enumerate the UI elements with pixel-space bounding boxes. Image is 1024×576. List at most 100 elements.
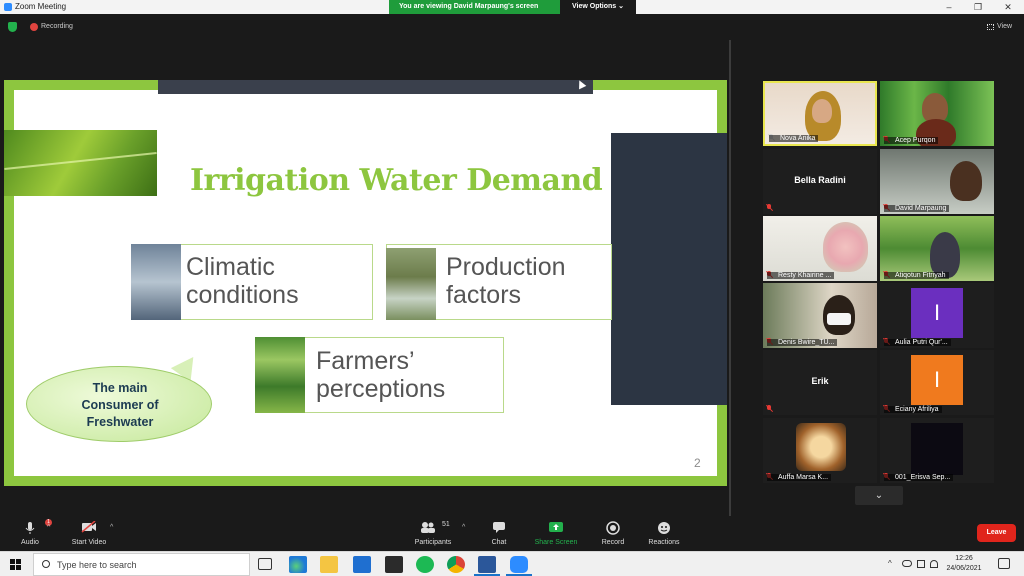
rice-field-image: [255, 337, 305, 413]
grid-view-icon[interactable]: [987, 24, 994, 30]
chat-button[interactable]: Chat: [484, 516, 514, 550]
leave-button[interactable]: Leave: [977, 524, 1016, 542]
participants-count: 51: [442, 521, 450, 528]
video-caret-icon[interactable]: ^: [110, 524, 113, 531]
zoom-app-icon: [4, 3, 12, 11]
participant-tile[interactable]: Denis Bwire_TU...: [763, 283, 877, 348]
scroll-down-button[interactable]: ⌄: [855, 486, 903, 505]
clock-date: 24/06/2021: [946, 565, 982, 572]
card-line: factors: [446, 281, 522, 309]
participant-center-name: Erik: [811, 376, 829, 386]
record-icon: [606, 521, 620, 535]
recording-label: Recording: [41, 23, 73, 30]
panel-splitter[interactable]: [729, 40, 731, 516]
windows-start-icon[interactable]: [10, 559, 21, 570]
meeting-topbar: Recording View: [0, 14, 1024, 40]
security-shield-icon[interactable]: [8, 22, 17, 32]
share-screen-button[interactable]: Share Screen: [530, 516, 582, 550]
participant-name: Nova Anika: [769, 135, 819, 142]
leaf-image: [4, 130, 157, 196]
card-text-perceptions: Farmers’ perceptions: [316, 347, 445, 403]
word-icon[interactable]: [478, 556, 496, 573]
search-icon: [42, 560, 50, 568]
card-line: perceptions: [316, 375, 446, 403]
audio-button[interactable]: 1 Audio: [14, 516, 52, 550]
participants-caret-icon[interactable]: ^: [462, 524, 465, 531]
participant-name: Denis Bwire_TU...: [767, 339, 838, 346]
participant-tile[interactable]: Resty Khairine ...: [763, 216, 877, 281]
window-title: Zoom Meeting: [15, 2, 67, 11]
presenter-toolbar: [158, 80, 593, 94]
meeting-controls: 1 Audio ^ Start Video ^ 51 Participants …: [0, 516, 1024, 550]
task-view-icon[interactable]: [258, 558, 272, 570]
participant-name: Auffa Marsa K...: [767, 474, 832, 481]
spotify-icon[interactable]: [416, 556, 434, 573]
callout-text: The main Consumer of Freshwater: [81, 381, 159, 429]
recording-icon: [30, 23, 38, 31]
participants-label: Participants: [414, 539, 452, 546]
mail-icon[interactable]: [353, 556, 371, 573]
avatar: I: [911, 355, 963, 405]
farmer-image: [386, 248, 436, 320]
record-label: Record: [601, 539, 625, 546]
participant-name: Eciany Afriliya: [884, 406, 942, 413]
store-icon[interactable]: [385, 556, 403, 573]
participant-name: David Marpaung: [884, 205, 950, 212]
search-placeholder: Type here to search: [57, 560, 137, 570]
participant-tile[interactable]: Erik: [763, 350, 877, 415]
microphone-icon: [25, 522, 35, 534]
chrome-icon[interactable]: [447, 556, 465, 573]
participant-tile[interactable]: Nova Anika: [763, 81, 877, 146]
start-video-label: Start Video: [71, 539, 107, 546]
volume-icon[interactable]: [930, 560, 938, 568]
chat-label: Chat: [491, 539, 507, 546]
card-line: Farmers’: [316, 347, 415, 375]
participant-name: 001_Erisva Sep...: [884, 474, 954, 481]
card-text-production: Production factors: [446, 253, 566, 309]
notification-icon[interactable]: [998, 558, 1010, 569]
participant-tile[interactable]: Auffa Marsa K...: [763, 418, 877, 483]
participant-tile[interactable]: Acep Purqon: [880, 81, 994, 146]
battery-icon[interactable]: [917, 560, 925, 568]
reactions-button[interactable]: Reactions: [644, 516, 684, 550]
reactions-icon: [658, 522, 670, 534]
taskbar-clock[interactable]: 12:26 24/06/2021: [946, 554, 982, 574]
participant-tile[interactable]: I Eciany Afriliya: [880, 350, 994, 415]
participants-icon: [421, 522, 435, 533]
avatar: [796, 423, 846, 471]
video-off-icon: [81, 521, 96, 533]
edge-icon[interactable]: [289, 556, 307, 573]
participants-button[interactable]: 51 Participants: [410, 516, 456, 550]
share-screen-label: Share Screen: [534, 539, 578, 546]
participant-tile[interactable]: David Marpaung: [880, 149, 994, 214]
participant-tile[interactable]: 001_Erisva Sep...: [880, 418, 994, 483]
windows-taskbar: Type here to search ^ 12:26 24/06/2021: [0, 551, 1024, 576]
slide-title: Irrigation Water Demand: [190, 163, 603, 198]
share-screen-icon: [549, 522, 563, 532]
zoom-taskbar-icon[interactable]: [510, 556, 528, 573]
card-line: conditions: [186, 281, 299, 309]
viewing-banner: You are viewing David Marpaung's screen …: [389, 0, 636, 14]
record-button[interactable]: Record: [596, 516, 630, 550]
start-video-button[interactable]: Start Video: [66, 516, 112, 550]
onedrive-icon[interactable]: [902, 560, 912, 567]
taskbar-search[interactable]: Type here to search: [33, 553, 250, 576]
participant-center-name: Bella Radini: [794, 175, 846, 185]
rain-image: [131, 244, 181, 320]
maximize-button[interactable]: ❐: [963, 0, 993, 14]
viewing-message: You are viewing David Marpaung's screen: [399, 3, 539, 10]
close-button[interactable]: ✕: [993, 0, 1023, 14]
participant-tile[interactable]: Atiqotun Fitriyah: [880, 216, 994, 281]
audio-caret-icon[interactable]: ^: [47, 524, 50, 531]
mic-muted-icon: [766, 405, 772, 412]
view-button[interactable]: View: [997, 23, 1012, 30]
avatar: [911, 423, 963, 475]
participant-name: Aulia Putri Qur'...: [884, 339, 951, 346]
minimize-button[interactable]: –: [934, 0, 964, 14]
participant-tile[interactable]: I Aulia Putri Qur'...: [880, 283, 994, 348]
file-explorer-icon[interactable]: [320, 556, 338, 573]
view-options-button[interactable]: View Options ⌄: [560, 0, 636, 14]
participant-tile[interactable]: Bella Radini: [763, 149, 877, 214]
participant-name: Atiqotun Fitriyah: [884, 272, 949, 279]
tray-expand-icon[interactable]: ^: [888, 559, 892, 568]
